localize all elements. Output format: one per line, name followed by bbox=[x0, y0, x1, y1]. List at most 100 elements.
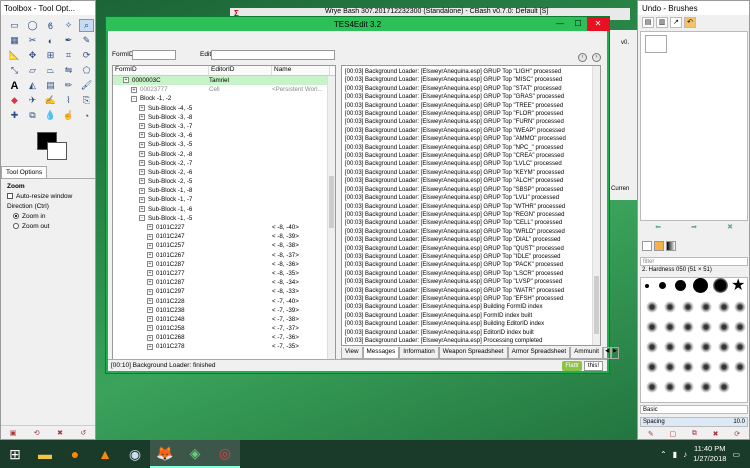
expand-icon[interactable]: + bbox=[147, 261, 153, 268]
tab-armor-spreadsheet[interactable]: Armor Spreadsheet bbox=[507, 347, 571, 359]
editorid-input[interactable] bbox=[211, 50, 335, 60]
tab-left-arrow-icon[interactable]: ◀ bbox=[603, 347, 612, 359]
clone-icon[interactable]: ⎘ bbox=[79, 94, 94, 107]
expand-icon[interactable]: + bbox=[147, 270, 153, 277]
tree-row[interactable]: - Block -1, -2 bbox=[113, 94, 335, 103]
expand-icon[interactable]: + bbox=[147, 288, 153, 295]
firefox-icon[interactable]: ● bbox=[60, 440, 90, 468]
tree-row[interactable]: +0101C247 < -8, -39> bbox=[113, 232, 335, 241]
brush-dot-xlarge[interactable] bbox=[693, 278, 708, 293]
crop-icon[interactable]: ⌗ bbox=[61, 49, 76, 62]
tray-chevron-icon[interactable]: ⌃ bbox=[660, 450, 667, 459]
expand-icon[interactable]: + bbox=[139, 114, 145, 121]
gimp-taskbar-icon[interactable]: 🦊 bbox=[150, 440, 180, 468]
tree-row[interactable]: +0101C228 < -7, -40> bbox=[113, 297, 335, 306]
pattern-tab-icon[interactable] bbox=[654, 241, 664, 251]
brush-texture[interactable] bbox=[699, 380, 713, 394]
reset-options-icon[interactable]: ↺ bbox=[80, 429, 86, 437]
duplicate-brush-icon[interactable]: ⧉ bbox=[692, 430, 697, 440]
tab-tool-options[interactable]: Tool Options bbox=[1, 166, 48, 178]
shear-icon[interactable]: ▱ bbox=[25, 64, 40, 77]
brush-dot-large[interactable] bbox=[675, 280, 686, 291]
brush-texture[interactable] bbox=[645, 360, 659, 374]
column-editorid[interactable]: EditorID bbox=[209, 66, 272, 75]
expand-icon[interactable]: + bbox=[147, 307, 153, 314]
zoom-tool-icon[interactable]: ⌕ bbox=[79, 19, 94, 32]
brush-texture[interactable] bbox=[733, 360, 747, 374]
delete-brush-icon[interactable]: ✖ bbox=[713, 430, 719, 440]
wrye-bash-taskbar-icon[interactable]: ◎ bbox=[210, 440, 240, 468]
brush-texture[interactable] bbox=[681, 360, 695, 374]
move-icon[interactable]: ✥ bbox=[25, 49, 40, 62]
save-options-icon[interactable]: ▣ bbox=[10, 429, 17, 437]
brush-texture[interactable] bbox=[717, 320, 731, 334]
brush-texture[interactable] bbox=[717, 380, 731, 394]
brush-texture[interactable] bbox=[717, 340, 731, 354]
color-picker-icon[interactable]: ✎ bbox=[79, 34, 94, 47]
tree-row[interactable]: + Sub-Block -2, -8 bbox=[113, 150, 335, 159]
tree-row[interactable]: + Sub-Block -4, -5 bbox=[113, 104, 335, 113]
text-icon[interactable]: A bbox=[7, 79, 22, 92]
brush-texture[interactable] bbox=[717, 300, 731, 314]
formid-input[interactable] bbox=[132, 50, 176, 60]
tes4edit-taskbar-icon[interactable]: ◈ bbox=[180, 440, 210, 468]
brush-texture[interactable] bbox=[733, 320, 747, 334]
expand-icon[interactable]: + bbox=[139, 169, 145, 176]
gradient-tab-icon[interactable] bbox=[666, 241, 676, 251]
tree-row[interactable]: + Sub-Block -3, -5 bbox=[113, 140, 335, 149]
tree-row[interactable]: + Sub-Block -2, -7 bbox=[113, 159, 335, 168]
expand-icon[interactable]: + bbox=[131, 86, 137, 93]
delete-options-icon[interactable]: ✖ bbox=[57, 429, 63, 437]
expand-icon[interactable]: + bbox=[139, 160, 145, 167]
brush-grid[interactable]: ★ bbox=[640, 277, 748, 403]
brush-texture[interactable] bbox=[699, 340, 713, 354]
record-tree[interactable]: FormID EditorID Name +0000003C Tamriel +00… bbox=[112, 65, 336, 361]
brush-filter-input[interactable]: filter bbox=[640, 257, 748, 266]
maximize-button[interactable]: ☐ bbox=[569, 17, 587, 31]
tab-information[interactable]: Information bbox=[399, 347, 439, 359]
expand-icon[interactable]: + bbox=[147, 316, 153, 323]
undo-history-list[interactable] bbox=[640, 31, 748, 221]
airbrush-icon[interactable]: ✈ bbox=[25, 94, 40, 107]
zoom-in-option[interactable]: Zoom in bbox=[7, 212, 89, 222]
collapse-icon[interactable]: - bbox=[131, 95, 137, 102]
minimize-button[interactable]: — bbox=[551, 17, 569, 31]
expand-icon[interactable]: + bbox=[147, 297, 153, 304]
brush-texture[interactable] bbox=[733, 340, 747, 354]
cage-icon[interactable]: ⬠ bbox=[79, 64, 94, 77]
refresh-brushes-icon[interactable]: ⟳ bbox=[734, 430, 740, 440]
clock[interactable]: 11:40 PM 1/27/2018 bbox=[693, 444, 726, 464]
tree-row[interactable]: +0000003C Tamriel bbox=[113, 76, 335, 86]
tab-weapon-spreadsheet[interactable]: Weapon Spreadsheet bbox=[438, 347, 508, 359]
rect-select-icon[interactable]: ▭ bbox=[7, 19, 22, 32]
flattr-this-button[interactable]: this! bbox=[583, 361, 603, 371]
tree-row[interactable]: + Sub-Block -3, -8 bbox=[113, 113, 335, 122]
expand-icon[interactable]: + bbox=[123, 77, 129, 84]
messages-log[interactable]: [00:03] Background Loader: [ElsweyrAnequ… bbox=[341, 65, 601, 346]
notifications-icon[interactable]: ▭ bbox=[732, 450, 740, 459]
expand-icon[interactable]: + bbox=[147, 325, 153, 332]
vlc-icon[interactable]: ▲ bbox=[90, 440, 120, 468]
brush-dot-medium[interactable] bbox=[659, 282, 666, 289]
pencil-icon[interactable]: ✏ bbox=[61, 79, 76, 92]
brush-texture[interactable] bbox=[733, 300, 747, 314]
start-button-icon[interactable]: ⊞ bbox=[0, 440, 30, 468]
select-by-color-icon[interactable]: ▦ bbox=[7, 34, 22, 47]
expand-icon[interactable]: + bbox=[139, 150, 145, 157]
heal-icon[interactable]: ✚ bbox=[7, 109, 22, 122]
tree-row[interactable]: +00023777 Cell <Persistent Worl... bbox=[113, 85, 335, 94]
tree-row[interactable]: + Sub-Block -1, -8 bbox=[113, 186, 335, 195]
brush-texture[interactable] bbox=[645, 380, 659, 394]
steam-icon[interactable]: ◉ bbox=[120, 440, 150, 468]
brush-star-icon[interactable]: ★ bbox=[731, 278, 745, 294]
network-icon[interactable]: ▮ bbox=[673, 450, 677, 459]
flattr-button[interactable]: Flattr bbox=[562, 361, 582, 371]
tree-row[interactable]: +0101C258 < -7, -37> bbox=[113, 324, 335, 333]
zoom-out-option[interactable]: Zoom out bbox=[7, 222, 89, 232]
auto-resize-checkbox[interactable] bbox=[7, 193, 13, 200]
background-color[interactable] bbox=[47, 142, 67, 160]
brush-preset-select[interactable]: Basic bbox=[640, 405, 748, 414]
undo-tab-icon[interactable]: ↶ bbox=[684, 17, 696, 28]
expand-icon[interactable]: + bbox=[139, 178, 145, 185]
new-brush-icon[interactable]: ▢ bbox=[670, 430, 677, 440]
